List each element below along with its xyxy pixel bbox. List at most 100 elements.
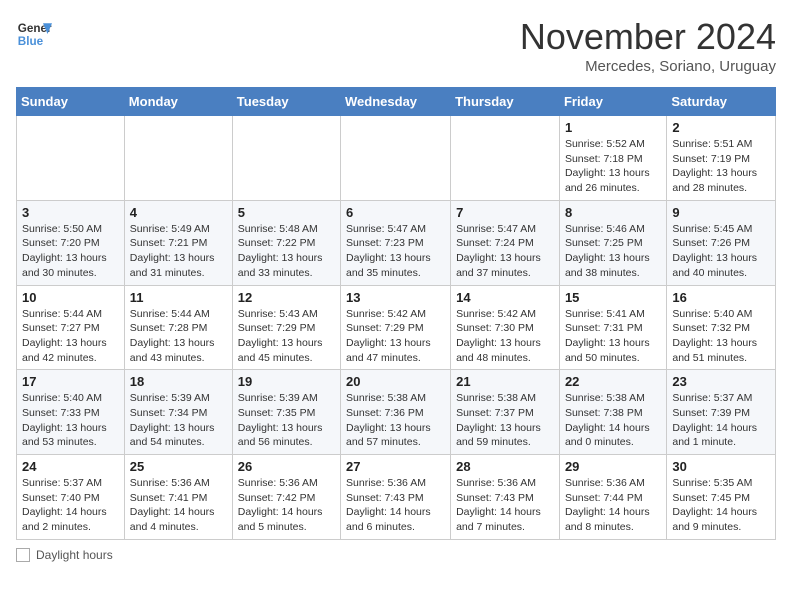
calendar-cell: 9Sunrise: 5:45 AM Sunset: 7:26 PM Daylig…	[667, 200, 776, 285]
day-info: Sunrise: 5:41 AM Sunset: 7:31 PM Dayligh…	[565, 307, 661, 366]
day-number: 24	[22, 459, 119, 474]
day-number: 7	[456, 205, 554, 220]
day-info: Sunrise: 5:36 AM Sunset: 7:43 PM Dayligh…	[346, 476, 445, 535]
calendar-week-1: 1 Sunrise: 5:52 AM Sunset: 7:18 PM Daylig…	[17, 116, 776, 201]
day-number: 29	[565, 459, 661, 474]
day-info: Sunrise: 5:36 AM Sunset: 7:43 PM Dayligh…	[456, 476, 554, 535]
calendar-cell: 13 Sunrise: 5:42 AM Sunset: 7:29 PM Dayli…	[341, 285, 451, 370]
calendar-cell: 26 Sunrise: 5:36 AM Sunset: 7:42 PM Dayli…	[232, 455, 340, 540]
calendar-cell: 23 Sunrise: 5:37 AM Sunset: 7:39 PM Dayli…	[667, 370, 776, 455]
calendar-week-4: 17 Sunrise: 5:40 AM Sunset: 7:33 PM Dayli…	[17, 370, 776, 455]
calendar-cell: 2 Sunrise: 5:51 AM Sunset: 7:19 PM Daylig…	[667, 116, 776, 201]
calendar-cell: 27Sunrise: 5:36 AM Sunset: 7:43 PM Dayli…	[341, 455, 451, 540]
legend-box	[16, 548, 30, 562]
day-info: Sunrise: 5:42 AM Sunset: 7:29 PM Dayligh…	[346, 307, 445, 366]
day-info: Sunrise: 5:50 AM Sunset: 7:20 PM Dayligh…	[22, 222, 119, 281]
title-block: November 2024 Mercedes, Soriano, Uruguay	[520, 16, 776, 75]
day-number: 9	[672, 205, 770, 220]
day-info: Sunrise: 5:37 AM Sunset: 7:39 PM Dayligh…	[672, 391, 770, 450]
calendar-cell: 11Sunrise: 5:44 AM Sunset: 7:28 PM Dayli…	[124, 285, 232, 370]
day-number: 10	[22, 290, 119, 305]
calendar-cell: 4 Sunrise: 5:49 AM Sunset: 7:21 PM Daylig…	[124, 200, 232, 285]
calendar-cell: 5 Sunrise: 5:48 AM Sunset: 7:22 PM Daylig…	[232, 200, 340, 285]
calendar-header-monday: Monday	[124, 88, 232, 116]
calendar-cell: 30 Sunrise: 5:35 AM Sunset: 7:45 PM Dayli…	[667, 455, 776, 540]
day-info: Sunrise: 5:49 AM Sunset: 7:21 PM Dayligh…	[130, 222, 227, 281]
day-info: Sunrise: 5:39 AM Sunset: 7:35 PM Dayligh…	[238, 391, 335, 450]
calendar-cell	[341, 116, 451, 201]
day-number: 25	[130, 459, 227, 474]
calendar-week-5: 24 Sunrise: 5:37 AM Sunset: 7:40 PM Dayli…	[17, 455, 776, 540]
calendar-cell	[17, 116, 125, 201]
calendar-cell: 14 Sunrise: 5:42 AM Sunset: 7:30 PM Dayli…	[451, 285, 560, 370]
calendar-cell: 24 Sunrise: 5:37 AM Sunset: 7:40 PM Dayli…	[17, 455, 125, 540]
day-info: Sunrise: 5:38 AM Sunset: 7:38 PM Dayligh…	[565, 391, 661, 450]
day-number: 4	[130, 205, 227, 220]
calendar-cell: 6 Sunrise: 5:47 AM Sunset: 7:23 PM Daylig…	[341, 200, 451, 285]
calendar-week-3: 10 Sunrise: 5:44 AM Sunset: 7:27 PM Dayli…	[17, 285, 776, 370]
day-number: 5	[238, 205, 335, 220]
day-number: 16	[672, 290, 770, 305]
calendar-cell: 10 Sunrise: 5:44 AM Sunset: 7:27 PM Dayli…	[17, 285, 125, 370]
calendar-cell: 20 Sunrise: 5:38 AM Sunset: 7:36 PM Dayli…	[341, 370, 451, 455]
day-number: 15	[565, 290, 661, 305]
calendar-cell: 28 Sunrise: 5:36 AM Sunset: 7:43 PM Dayli…	[451, 455, 560, 540]
day-number: 3	[22, 205, 119, 220]
day-number: 6	[346, 205, 445, 220]
calendar-header-saturday: Saturday	[667, 88, 776, 116]
calendar-cell: 3 Sunrise: 5:50 AM Sunset: 7:20 PM Daylig…	[17, 200, 125, 285]
day-number: 12	[238, 290, 335, 305]
day-info: Sunrise: 5:46 AM Sunset: 7:25 PM Dayligh…	[565, 222, 661, 281]
day-info: Sunrise: 5:36 AM Sunset: 7:44 PM Dayligh…	[565, 476, 661, 535]
legend-label: Daylight hours	[36, 548, 113, 562]
day-info: Sunrise: 5:44 AM Sunset: 7:28 PM Dayligh…	[130, 307, 227, 366]
day-info: Sunrise: 5:38 AM Sunset: 7:36 PM Dayligh…	[346, 391, 445, 450]
day-number: 30	[672, 459, 770, 474]
svg-text:Blue: Blue	[18, 35, 44, 48]
calendar-cell	[232, 116, 340, 201]
calendar-cell	[124, 116, 232, 201]
calendar-header-friday: Friday	[559, 88, 666, 116]
calendar-cell: 1 Sunrise: 5:52 AM Sunset: 7:18 PM Daylig…	[559, 116, 666, 201]
day-number: 26	[238, 459, 335, 474]
day-info: Sunrise: 5:37 AM Sunset: 7:40 PM Dayligh…	[22, 476, 119, 535]
day-info: Sunrise: 5:38 AM Sunset: 7:37 PM Dayligh…	[456, 391, 554, 450]
month-title: November 2024	[520, 16, 776, 58]
day-info: Sunrise: 5:52 AM Sunset: 7:18 PM Dayligh…	[565, 137, 661, 196]
day-info: Sunrise: 5:35 AM Sunset: 7:45 PM Dayligh…	[672, 476, 770, 535]
day-number: 28	[456, 459, 554, 474]
calendar-cell: 18 Sunrise: 5:39 AM Sunset: 7:34 PM Dayli…	[124, 370, 232, 455]
logo-icon: General Blue	[16, 16, 52, 52]
day-info: Sunrise: 5:36 AM Sunset: 7:41 PM Dayligh…	[130, 476, 227, 535]
calendar-cell: 19Sunrise: 5:39 AM Sunset: 7:35 PM Dayli…	[232, 370, 340, 455]
day-info: Sunrise: 5:42 AM Sunset: 7:30 PM Dayligh…	[456, 307, 554, 366]
calendar-header-wednesday: Wednesday	[341, 88, 451, 116]
calendar-cell: 21Sunrise: 5:38 AM Sunset: 7:37 PM Dayli…	[451, 370, 560, 455]
day-number: 8	[565, 205, 661, 220]
day-number: 17	[22, 374, 119, 389]
day-info: Sunrise: 5:44 AM Sunset: 7:27 PM Dayligh…	[22, 307, 119, 366]
day-number: 20	[346, 374, 445, 389]
day-info: Sunrise: 5:40 AM Sunset: 7:33 PM Dayligh…	[22, 391, 119, 450]
day-info: Sunrise: 5:48 AM Sunset: 7:22 PM Dayligh…	[238, 222, 335, 281]
calendar-header-tuesday: Tuesday	[232, 88, 340, 116]
day-number: 18	[130, 374, 227, 389]
day-number: 2	[672, 120, 770, 135]
day-info: Sunrise: 5:36 AM Sunset: 7:42 PM Dayligh…	[238, 476, 335, 535]
page-header: General Blue November 2024 Mercedes, Sor…	[16, 16, 776, 75]
calendar-cell: 17 Sunrise: 5:40 AM Sunset: 7:33 PM Dayli…	[17, 370, 125, 455]
calendar-cell	[451, 116, 560, 201]
calendar-cell: 8 Sunrise: 5:46 AM Sunset: 7:25 PM Daylig…	[559, 200, 666, 285]
day-info: Sunrise: 5:51 AM Sunset: 7:19 PM Dayligh…	[672, 137, 770, 196]
day-info: Sunrise: 5:39 AM Sunset: 7:34 PM Dayligh…	[130, 391, 227, 450]
calendar-cell: 15 Sunrise: 5:41 AM Sunset: 7:31 PM Dayli…	[559, 285, 666, 370]
day-number: 1	[565, 120, 661, 135]
day-info: Sunrise: 5:40 AM Sunset: 7:32 PM Dayligh…	[672, 307, 770, 366]
day-info: Sunrise: 5:47 AM Sunset: 7:23 PM Dayligh…	[346, 222, 445, 281]
calendar-week-2: 3 Sunrise: 5:50 AM Sunset: 7:20 PM Daylig…	[17, 200, 776, 285]
calendar-cell: 25 Sunrise: 5:36 AM Sunset: 7:41 PM Dayli…	[124, 455, 232, 540]
day-number: 23	[672, 374, 770, 389]
day-number: 14	[456, 290, 554, 305]
day-number: 13	[346, 290, 445, 305]
day-number: 22	[565, 374, 661, 389]
